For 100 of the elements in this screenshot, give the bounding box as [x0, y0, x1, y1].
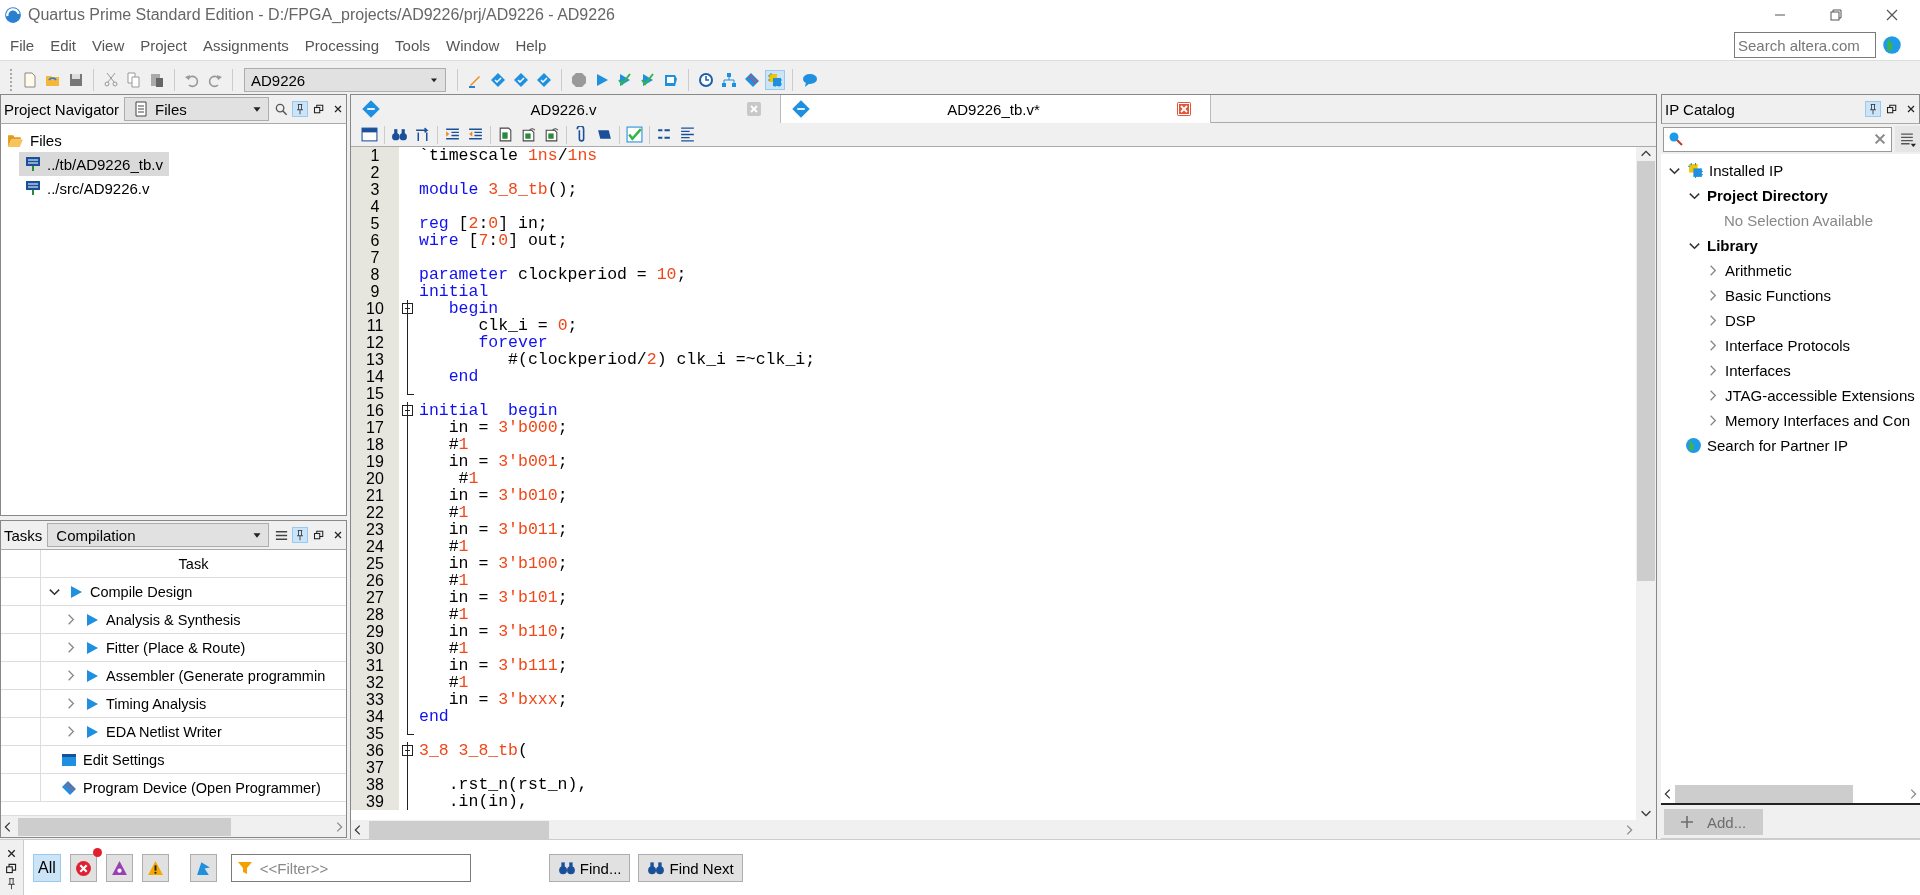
- binoculars-icon[interactable]: [391, 126, 408, 143]
- chip-icon[interactable]: [766, 71, 784, 89]
- bookmark-arrow-icon[interactable]: [520, 126, 537, 143]
- save-icon[interactable]: [67, 71, 85, 89]
- view-dropdown[interactable]: Files: [124, 97, 269, 121]
- line-number: 6: [351, 232, 399, 249]
- file-tab[interactable]: AD9226_tb.v*: [781, 95, 1211, 123]
- code-line: in = 3'b001;: [447, 453, 568, 470]
- filter-field[interactable]: <<Filter>>: [230, 854, 471, 882]
- clock-icon[interactable]: [697, 71, 715, 89]
- critical-warning-icon: [110, 859, 128, 877]
- float-icon[interactable]: [5, 861, 18, 875]
- float-icon[interactable]: [312, 528, 326, 542]
- tree-item[interactable]: JTAG-accessible Extensions: [1725, 387, 1915, 404]
- menu-item[interactable]: Edit: [42, 36, 85, 54]
- task-item[interactable]: Edit Settings: [83, 751, 165, 768]
- search-field[interactable]: [1663, 126, 1892, 152]
- menu-item[interactable]: Tools: [387, 36, 439, 54]
- task-item[interactable]: EDA Netlist Writer: [106, 723, 222, 740]
- hierarchy-icon[interactable]: [720, 71, 738, 89]
- find-next-button[interactable]: Find Next: [638, 854, 743, 882]
- code-line: .in(in),: [447, 793, 528, 810]
- search-field[interactable]: Search altera.com: [1734, 32, 1876, 58]
- pin-icon[interactable]: [5, 876, 18, 890]
- diamond-icon[interactable]: [489, 71, 507, 89]
- bookmark-arrow-icon[interactable]: [543, 126, 560, 143]
- tree-item[interactable]: Interfaces: [1725, 362, 1791, 379]
- menu-item[interactable]: Assignments: [194, 36, 297, 54]
- file-tree-item[interactable]: ../src/AD9226.v: [19, 176, 156, 200]
- tree-item[interactable]: Arithmetic: [1725, 262, 1792, 279]
- checked-box-icon[interactable]: [626, 126, 643, 143]
- menu-item[interactable]: Help: [507, 36, 555, 54]
- tree-item[interactable]: DSP: [1725, 312, 1756, 329]
- tree-item[interactable]: Interface Protocols: [1725, 337, 1851, 354]
- revision-dropdown[interactable]: AD9226: [244, 68, 446, 92]
- globe-icon[interactable]: [1882, 35, 1902, 55]
- tree-category[interactable]: Project Directory: [1707, 187, 1828, 204]
- error-filter-button[interactable]: [69, 854, 97, 882]
- scrollbar-thumb[interactable]: [369, 821, 549, 839]
- menu-item[interactable]: Project: [132, 36, 195, 54]
- check-icon[interactable]: [639, 71, 657, 89]
- task-item[interactable]: Timing Analysis: [106, 695, 207, 712]
- scrollbar-thumb[interactable]: [1675, 785, 1853, 803]
- diamond-icon[interactable]: [535, 71, 553, 89]
- menu-item[interactable]: Window: [438, 36, 508, 54]
- lines-icon[interactable]: [679, 126, 696, 143]
- stop-icon[interactable]: [570, 71, 588, 89]
- task-item[interactable]: Program Device (Open Programmer): [83, 779, 321, 796]
- code-line: reg [2:0] in;: [418, 215, 548, 232]
- tree-item[interactable]: Basic Functions: [1725, 287, 1831, 304]
- brace-arrow-icon[interactable]: [414, 126, 431, 143]
- file-tree-item[interactable]: Files: [1, 128, 68, 152]
- menu-item[interactable]: File: [2, 36, 43, 54]
- scrollbar-thumb[interactable]: [1637, 161, 1655, 581]
- warning-filter-button[interactable]: [141, 854, 169, 882]
- binoculars-icon: [557, 859, 576, 877]
- tree-item[interactable]: Memory Interfaces and Con: [1725, 412, 1911, 429]
- collapse-icon[interactable]: [402, 405, 413, 416]
- search-icon[interactable]: [274, 101, 289, 117]
- flow-dropdown[interactable]: Compilation: [47, 523, 269, 547]
- pin-icon[interactable]: [293, 102, 307, 116]
- link[interactable]: Search for Partner IP: [1707, 437, 1848, 454]
- critical-filter-button[interactable]: [105, 854, 133, 882]
- pin-icon[interactable]: [1866, 102, 1880, 116]
- file-tree-item[interactable]: ../tb/AD9226_tb.v: [19, 152, 169, 176]
- find-button[interactable]: Find...: [548, 854, 631, 882]
- file-tab[interactable]: AD9226.v: [351, 95, 781, 123]
- menu-item[interactable]: View: [84, 36, 133, 54]
- tree-category[interactable]: Library: [1707, 237, 1758, 254]
- collapse-icon[interactable]: [402, 303, 413, 314]
- menu-item[interactable]: Processing: [296, 36, 388, 54]
- code-line: in = 3'b010;: [447, 487, 568, 504]
- speech-bubble-icon[interactable]: [801, 71, 819, 89]
- copy-icon[interactable]: [125, 71, 143, 89]
- tree-item[interactable]: Installed IP: [1709, 162, 1784, 179]
- scissors-icon[interactable]: [102, 71, 120, 89]
- scrollbar-thumb[interactable]: [18, 817, 231, 836]
- all-filter-button[interactable]: All: [33, 854, 61, 882]
- line-number: 30: [351, 640, 399, 657]
- task-item[interactable]: Compile Design: [90, 583, 193, 600]
- striped-diamond-icon[interactable]: [743, 71, 761, 89]
- diamond-icon[interactable]: [512, 71, 530, 89]
- window-bar-icon[interactable]: [361, 126, 378, 143]
- panel-title: Tasks: [4, 526, 43, 544]
- task-item[interactable]: Fitter (Place & Route): [106, 639, 246, 656]
- float-icon[interactable]: [1885, 102, 1899, 116]
- verilog-file-icon: [25, 180, 41, 196]
- check-icon[interactable]: [616, 71, 634, 89]
- task-item[interactable]: Assembler (Generate programmin: [106, 667, 326, 684]
- task-item[interactable]: Analysis & Synthesis: [106, 611, 241, 628]
- pin-icon[interactable]: [293, 528, 307, 542]
- bookmark-icon[interactable]: [497, 126, 514, 143]
- float-icon[interactable]: [312, 102, 326, 116]
- flag-filter-button[interactable]: [189, 854, 217, 882]
- clear-icon[interactable]: [1873, 132, 1887, 146]
- play-icon: [68, 583, 84, 600]
- collapse-icon[interactable]: [402, 745, 413, 756]
- line-number: 35: [351, 725, 399, 742]
- code-line: 3_8 3_8_tb(: [418, 742, 528, 759]
- paste-icon[interactable]: [148, 71, 166, 89]
